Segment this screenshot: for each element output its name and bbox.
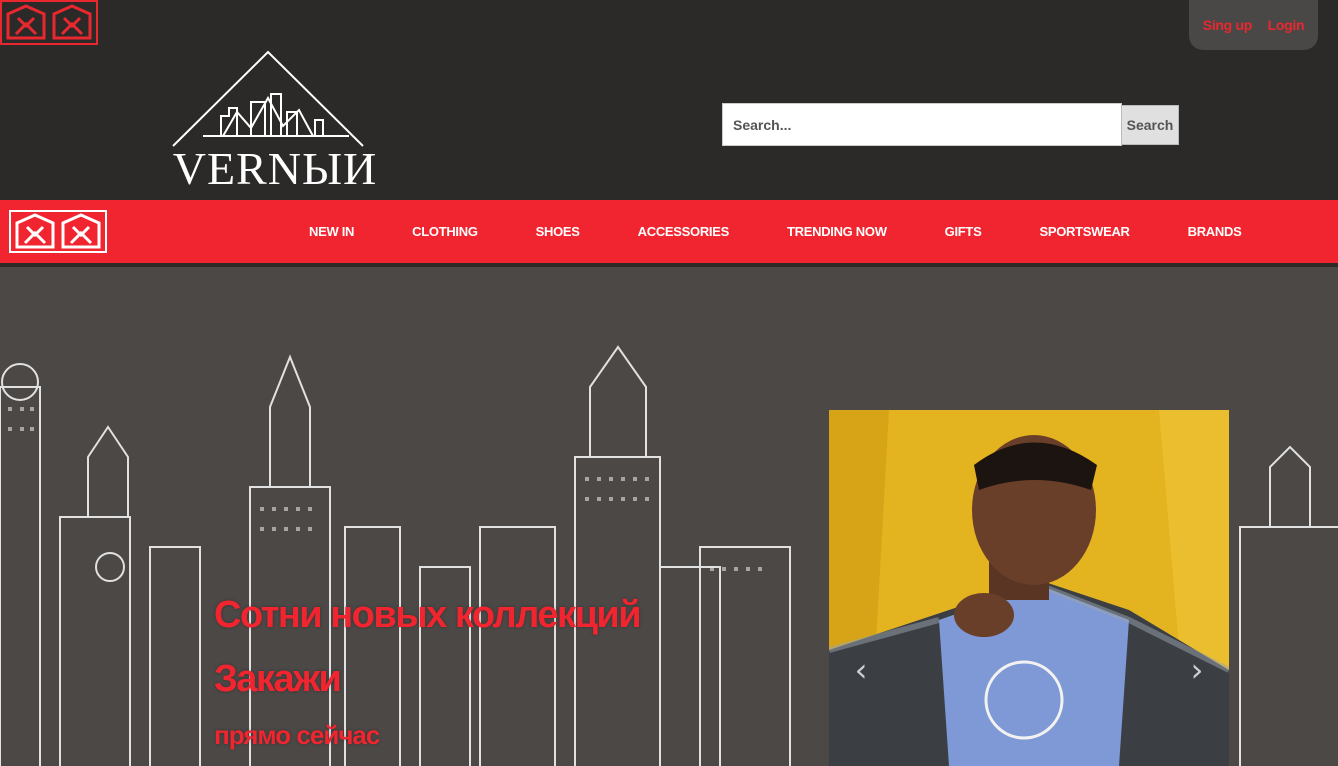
search-input[interactable] [722,103,1122,146]
signup-link[interactable]: Sing up [1203,17,1253,33]
hero-small-text: прямо сейчас [214,720,380,750]
brand-logo[interactable]: VERNЫИ [163,50,387,192]
nav-item-shoes[interactable]: SHOES [507,224,609,239]
nav-item-clothing[interactable]: CLOTHING [383,224,506,239]
login-link[interactable]: Login [1268,17,1305,33]
chevron-left-icon[interactable]: ‹ [841,650,881,690]
carousel-photo [829,410,1229,766]
search-button[interactable]: Search [1121,105,1179,145]
nav-item-trending-now[interactable]: TRENDING NOW [758,224,916,239]
nav-item-new-in[interactable]: NEW IN [280,224,383,239]
nav-item-sportswear[interactable]: SPORTSWEAR [1010,224,1158,239]
main-nav: NEW IN CLOTHING SHOES ACCESSORIES TRENDI… [0,200,1338,263]
chevron-right-icon[interactable]: › [1177,650,1217,690]
ornament-logo-icon[interactable] [9,210,107,253]
nav-item-brands[interactable]: BRANDS [1159,224,1271,239]
nav-item-accessories[interactable]: ACCESSORIES [609,224,758,239]
top-header: Sing up Login VERNЫИ Search [0,0,1338,200]
hero-title: Сотни новых коллекций [214,594,642,636]
hero-subtitle: Закажи [214,658,342,700]
brand-name: VERNЫИ [172,143,378,194]
nav-menu: NEW IN CLOTHING SHOES ACCESSORIES TRENDI… [280,200,1270,263]
hero-carousel[interactable]: ‹ › [829,410,1229,766]
auth-links: Sing up Login [1189,0,1318,50]
hero-banner: Сотни новых коллекций Закажи прямо сейча… [0,267,1338,766]
ornament-logo-icon[interactable] [0,0,98,45]
nav-item-gifts[interactable]: GIFTS [916,224,1011,239]
